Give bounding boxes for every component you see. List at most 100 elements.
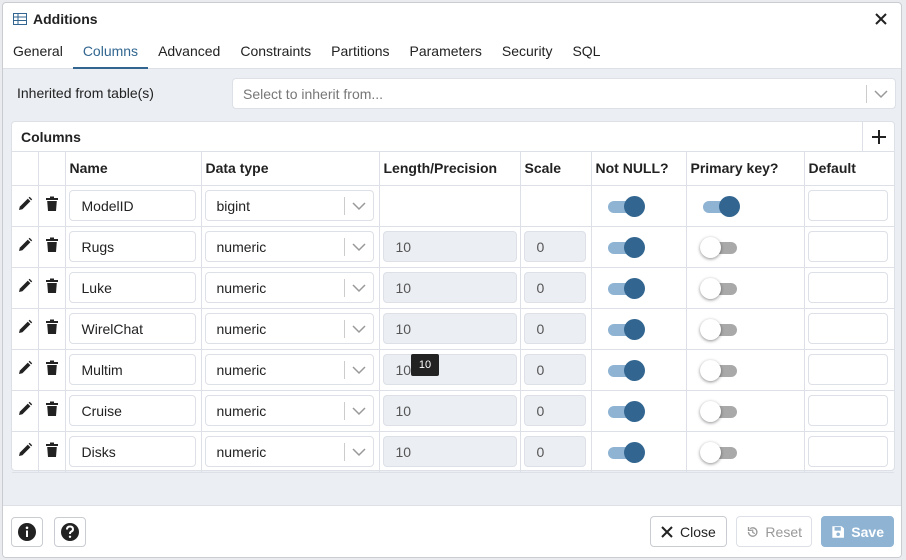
tab-partitions[interactable]: Partitions	[321, 36, 399, 69]
inherit-placeholder: Select to inherit from...	[243, 85, 384, 102]
help-button[interactable]	[54, 517, 86, 547]
primary-key-toggle[interactable]	[699, 236, 739, 258]
primary-key-toggle[interactable]	[699, 441, 739, 463]
dialog-titlebar: Additions	[3, 3, 901, 35]
default-value-input[interactable]	[807, 395, 888, 426]
default-value-input[interactable]	[807, 436, 888, 467]
tab-bar: General Columns Advanced Constraints Par…	[3, 36, 901, 69]
delete-cell	[38, 308, 66, 350]
delete-row-button[interactable]	[45, 237, 59, 256]
delete-row-button[interactable]	[45, 319, 59, 338]
not-null-toggle[interactable]	[606, 318, 645, 340]
not-null-toggle[interactable]	[606, 195, 645, 217]
scale-cell	[520, 185, 592, 227]
default-value-input[interactable]	[807, 190, 888, 221]
edit-row-button[interactable]	[17, 196, 33, 215]
primary-key-toggle[interactable]	[699, 318, 739, 340]
select-separator	[343, 320, 345, 338]
data-type-select[interactable]: numeric	[204, 354, 374, 385]
tab-advanced[interactable]: Advanced	[148, 36, 230, 69]
data-type-select[interactable]: numeric	[204, 395, 374, 426]
not-null-toggle[interactable]	[606, 400, 645, 422]
delete-row-button[interactable]	[45, 278, 59, 297]
scale-cell: 0	[520, 308, 592, 350]
primary-key-toggle[interactable]	[699, 277, 739, 299]
column-name-input[interactable]: ModelID	[68, 190, 196, 221]
not-null-toggle[interactable]	[606, 277, 645, 299]
scale-cell: 0	[520, 349, 592, 391]
edit-row-button[interactable]	[17, 442, 33, 461]
edit-row-button[interactable]	[17, 278, 33, 297]
trash-icon	[45, 319, 58, 334]
toggle-knob	[699, 400, 721, 422]
data-type-value: numeric	[216, 279, 267, 296]
column-name-input[interactable]: Rugs	[68, 231, 196, 262]
tab-security[interactable]: Security	[492, 36, 563, 69]
primary-key-cell	[686, 349, 805, 391]
save-button[interactable]: Save	[821, 516, 894, 547]
pencil-icon	[18, 442, 32, 456]
chevron-down-icon	[351, 366, 366, 375]
edit-row-button[interactable]	[17, 319, 33, 338]
close-button[interactable]: Close	[650, 516, 727, 547]
reset-button-label: Reset	[765, 523, 802, 540]
column-name-input[interactable]: Cruise	[68, 395, 196, 426]
primary-key-toggle[interactable]	[699, 359, 739, 381]
data-type-select[interactable]: bigint	[204, 190, 374, 221]
not-null-toggle[interactable]	[606, 359, 645, 381]
chevron-down-icon	[874, 90, 888, 99]
data-type-select[interactable]: numeric	[204, 272, 374, 303]
name-cell: WirelChat	[65, 308, 202, 350]
toggle-knob	[718, 195, 740, 217]
tab-parameters[interactable]: Parameters	[400, 36, 492, 69]
column-name-input[interactable]: Luke	[68, 272, 196, 303]
edit-cell	[12, 390, 39, 432]
column-name-input[interactable]: WirelChat	[68, 313, 196, 344]
delete-row-button[interactable]	[45, 360, 59, 379]
data-type-select[interactable]: numeric	[204, 436, 374, 467]
delete-cell	[38, 349, 66, 391]
tab-sql[interactable]: SQL	[562, 36, 610, 69]
column-name-input[interactable]: Disks	[68, 436, 196, 467]
edit-row-button[interactable]	[17, 401, 33, 420]
tab-columns[interactable]: Columns	[72, 36, 149, 69]
primary-key-cell	[686, 308, 805, 350]
tab-general[interactable]: General	[3, 36, 73, 69]
default-value-input[interactable]	[807, 354, 888, 385]
dialog-title: Additions	[33, 11, 98, 27]
inherit-select[interactable]: Select to inherit from...	[232, 78, 896, 109]
close-icon[interactable]	[871, 9, 891, 29]
not-null-toggle[interactable]	[606, 236, 645, 258]
primary-key-toggle[interactable]	[701, 195, 740, 217]
primary-key-toggle[interactable]	[699, 400, 739, 422]
header-scale: Scale	[520, 152, 592, 186]
delete-row-button[interactable]	[45, 196, 59, 215]
reset-button[interactable]: Reset	[736, 516, 812, 547]
toggle-knob	[699, 441, 721, 463]
default-value-input[interactable]	[807, 313, 888, 344]
not-null-cell	[591, 349, 687, 391]
default-value-input[interactable]	[807, 231, 888, 262]
edit-row-button[interactable]	[17, 360, 33, 379]
length-input: 10	[382, 395, 517, 426]
pencil-icon	[18, 196, 32, 210]
pencil-icon	[18, 237, 32, 251]
delete-row-button[interactable]	[45, 442, 59, 461]
tab-constraints[interactable]: Constraints	[230, 36, 321, 69]
edit-row-button[interactable]	[17, 237, 33, 256]
toggle-knob	[623, 277, 645, 299]
table-row: WirelChat numeric 10 0	[12, 308, 894, 350]
info-button[interactable]	[11, 517, 43, 547]
column-name-input[interactable]: Multim	[68, 354, 196, 385]
name-cell: ModelID	[65, 185, 202, 227]
scale-input: 0	[523, 354, 586, 385]
length-input: 10	[382, 231, 517, 262]
pencil-icon	[18, 319, 32, 333]
default-value-input[interactable]	[807, 272, 888, 303]
not-null-toggle[interactable]	[606, 441, 645, 463]
data-type-select[interactable]: numeric	[204, 231, 374, 262]
data-type-select[interactable]: numeric	[204, 313, 374, 344]
delete-row-button[interactable]	[45, 401, 59, 420]
add-column-button[interactable]	[862, 122, 894, 152]
chevron-down-icon	[351, 202, 366, 211]
